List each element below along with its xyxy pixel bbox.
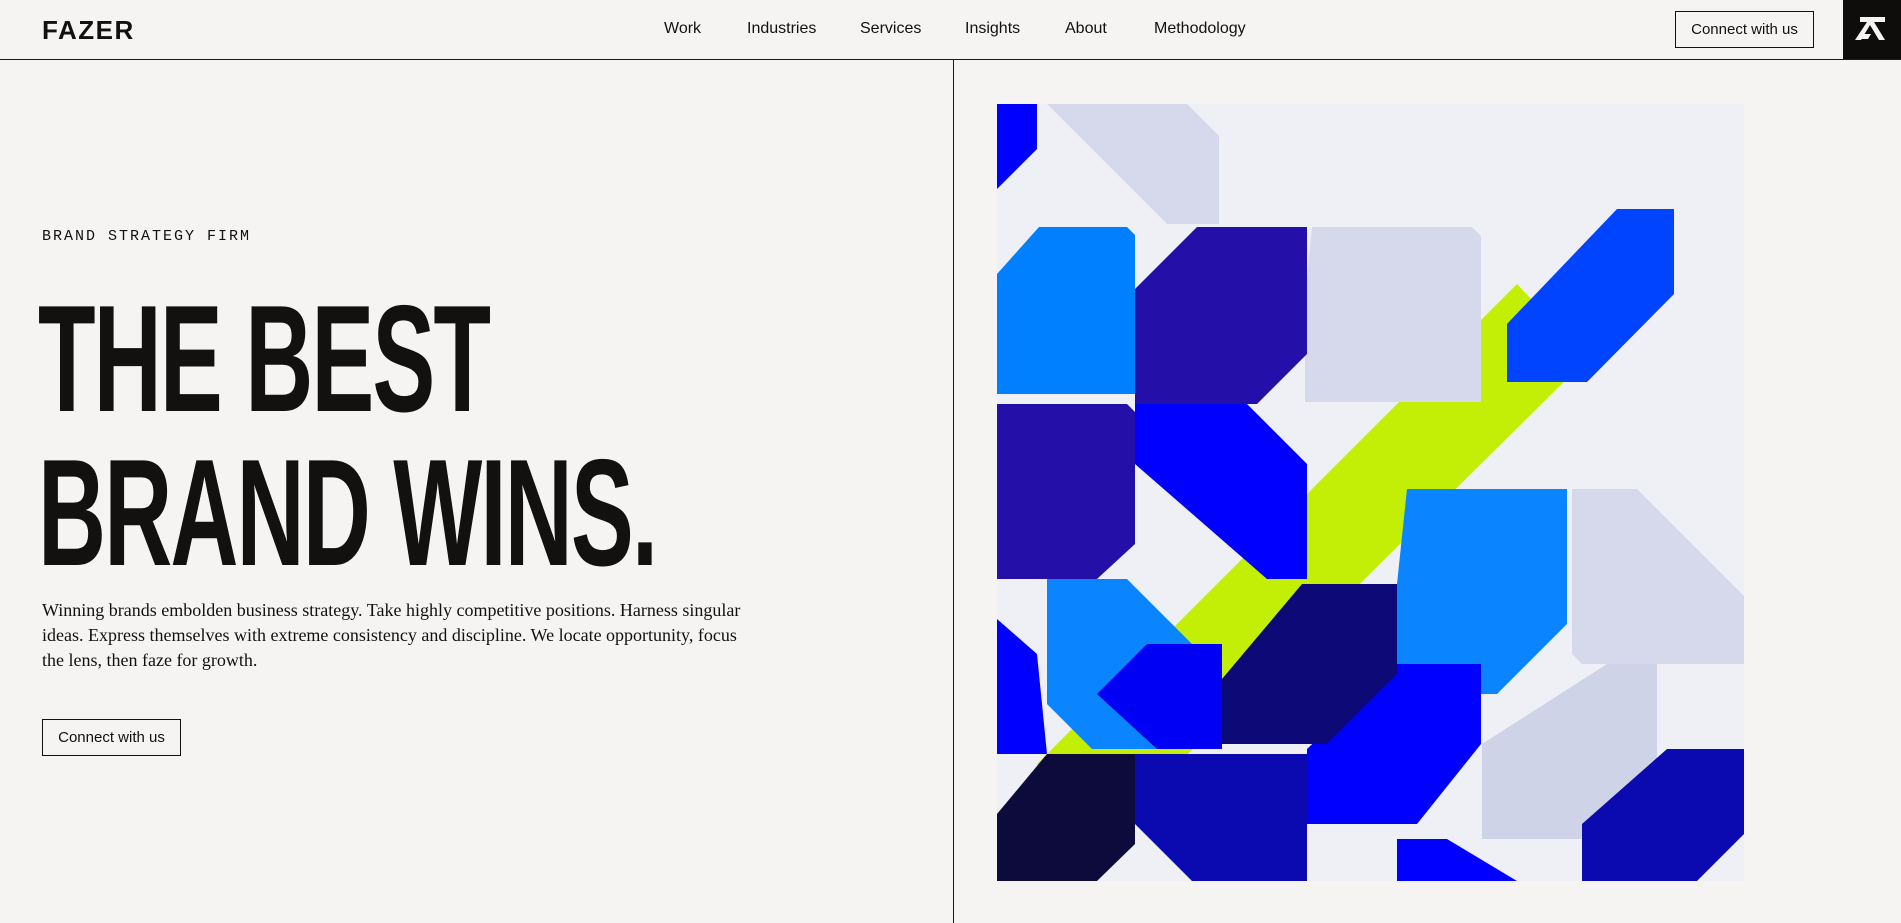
header-connect-button[interactable]: Connect with us xyxy=(1675,11,1814,48)
hero-headline-line-2: BRAND WINS. xyxy=(38,428,658,598)
nav-item-work[interactable]: Work xyxy=(664,20,701,38)
hero-intro-text: Winning brands embolden business strateg… xyxy=(42,600,741,670)
hero-geometric-artwork xyxy=(997,104,1744,881)
menu-toggle-button[interactable] xyxy=(1843,0,1901,59)
nav-item-about[interactable]: About xyxy=(1065,20,1107,38)
artwork-tile xyxy=(997,404,1135,579)
site-header: FAZER Work Industries Services Insights … xyxy=(0,0,1901,60)
main-nav: Work Industries Services Insights About … xyxy=(0,0,1901,59)
nav-item-methodology[interactable]: Methodology xyxy=(1154,20,1246,38)
artwork-tile xyxy=(1305,227,1481,402)
fazer-monogram-icon xyxy=(1855,17,1885,40)
hero-eyebrow: BRAND STRATEGY FIRM xyxy=(42,228,252,245)
nav-item-services[interactable]: Services xyxy=(860,20,921,38)
artwork-tile xyxy=(997,227,1135,394)
nav-item-industries[interactable]: Industries xyxy=(747,20,816,38)
nav-item-insights[interactable]: Insights xyxy=(965,20,1020,38)
hero-connect-button[interactable]: Connect with us xyxy=(42,719,181,756)
hero-headline-line-1: THE BEST xyxy=(38,274,491,444)
hero-headline: THE BEST BRAND WINS. xyxy=(38,274,658,598)
vertical-divider xyxy=(953,60,954,923)
